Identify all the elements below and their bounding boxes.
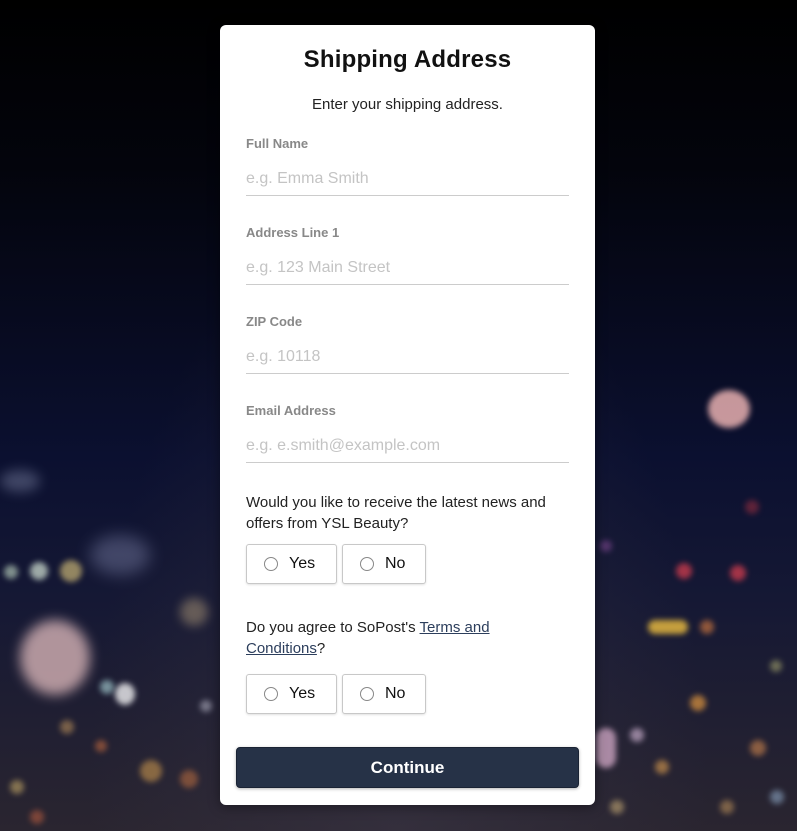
- continue-button[interactable]: Continue: [236, 747, 579, 788]
- full-name-input[interactable]: [246, 162, 569, 196]
- radio-circle-icon[interactable]: [264, 687, 278, 701]
- radio-circle-icon[interactable]: [360, 687, 374, 701]
- page-subtitle: Enter your shipping address.: [312, 96, 503, 113]
- terms-question: Do you agree to SoPost's Terms and Condi…: [246, 617, 546, 659]
- radio-circle-icon[interactable]: [360, 557, 374, 571]
- terms-question-prefix: Do you agree to SoPost's: [246, 619, 420, 636]
- terms-yes-label: Yes: [289, 685, 316, 702]
- address-line-1-field: Address Line 1: [246, 225, 569, 285]
- shipping-address-card: Shipping Address Enter your shipping add…: [220, 25, 595, 805]
- email-address-field: Email Address: [246, 403, 569, 463]
- full-name-label: Full Name: [246, 136, 309, 151]
- newsletter-yes-option[interactable]: Yes: [246, 544, 337, 584]
- zip-code-input[interactable]: [246, 340, 569, 374]
- newsletter-no-label: No: [385, 555, 406, 572]
- zip-code-label: ZIP Code: [246, 314, 303, 329]
- page-title: Shipping Address: [303, 46, 512, 73]
- address-line-1-label: Address Line 1: [246, 225, 340, 240]
- newsletter-no-option[interactable]: No: [342, 544, 426, 584]
- radio-circle-icon[interactable]: [264, 557, 278, 571]
- zip-code-field: ZIP Code: [246, 314, 569, 374]
- terms-no-label: No: [385, 685, 406, 702]
- terms-yes-option[interactable]: Yes: [246, 674, 337, 714]
- newsletter-yes-label: Yes: [289, 555, 316, 572]
- newsletter-question: Would you like to receive the latest new…: [246, 494, 546, 532]
- terms-question-suffix: ?: [316, 640, 326, 657]
- email-address-label: Email Address: [246, 403, 336, 418]
- terms-no-option[interactable]: No: [342, 674, 426, 714]
- email-address-input[interactable]: [246, 429, 569, 463]
- address-line-1-input[interactable]: [246, 251, 569, 285]
- full-name-field: Full Name: [246, 136, 569, 196]
